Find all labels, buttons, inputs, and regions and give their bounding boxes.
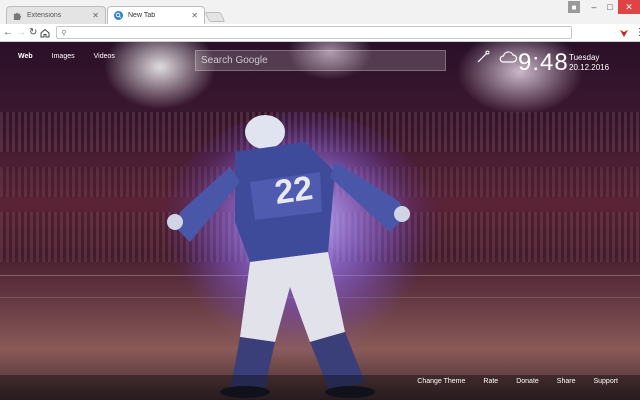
- back-icon[interactable]: ←: [3, 26, 13, 39]
- new-tab-page: 22 Web Images Videos 9:48 Tuesday 20.12.…: [0, 42, 640, 400]
- address-input[interactable]: [70, 29, 571, 36]
- tab-extensions[interactable]: Extensions ✕: [6, 6, 106, 24]
- date-info: Tuesday 20.12.2016: [569, 53, 609, 73]
- cloud-icon[interactable]: [498, 50, 518, 64]
- donate-link[interactable]: Donate: [516, 378, 539, 385]
- weather-widget: [476, 50, 518, 64]
- search-type-tabs: Web Images Videos: [18, 53, 134, 60]
- close-tab-icon[interactable]: ✕: [191, 11, 198, 20]
- football-player-image: 22: [160, 112, 440, 398]
- tab-new-tab[interactable]: New Tab ✕: [107, 6, 205, 24]
- reload-icon[interactable]: ↻: [29, 26, 37, 39]
- search-tab-web[interactable]: Web: [18, 53, 33, 60]
- close-window-icon[interactable]: ✕: [618, 0, 640, 14]
- search-box[interactable]: [195, 50, 446, 71]
- footer-links: Change Theme Rate Donate Share Support: [399, 378, 618, 385]
- menu-icon[interactable]: ⋮: [635, 27, 640, 38]
- search-tab-videos[interactable]: Videos: [94, 53, 115, 60]
- search-tab-images[interactable]: Images: [52, 53, 75, 60]
- close-tab-icon[interactable]: ✕: [92, 11, 99, 20]
- home-icon[interactable]: [40, 26, 50, 39]
- forward-icon[interactable]: →: [16, 26, 26, 39]
- maximize-icon[interactable]: □: [602, 0, 618, 14]
- puzzle-icon: [13, 12, 22, 20]
- rate-link[interactable]: Rate: [483, 378, 498, 385]
- address-bar[interactable]: ⚲: [56, 26, 572, 39]
- tab-title: New Tab: [128, 12, 156, 19]
- change-theme-link[interactable]: Change Theme: [417, 378, 465, 385]
- date-text: 20.12.2016: [569, 63, 610, 72]
- day-of-week: Tuesday: [569, 53, 600, 62]
- share-link[interactable]: Share: [557, 378, 576, 385]
- window-controls: ■ – □ ✕: [568, 0, 640, 14]
- tab-strip: Extensions ✕ New Tab ✕ ■ – □ ✕: [0, 0, 640, 24]
- new-tab-button[interactable]: [204, 12, 226, 22]
- minimize-icon[interactable]: –: [586, 0, 602, 14]
- browser-toolbar: ← → ↻ ⚲ ⋮: [0, 24, 640, 42]
- clock-time: 9:48: [518, 49, 569, 76]
- search-input[interactable]: [201, 55, 441, 66]
- jersey-number: 22: [272, 169, 315, 212]
- support-link[interactable]: Support: [593, 378, 618, 385]
- search-logo-icon: [114, 11, 123, 20]
- search-icon: ⚲: [61, 29, 67, 37]
- extension-icon[interactable]: [619, 27, 629, 39]
- profile-icon[interactable]: ■: [568, 1, 580, 13]
- brush-icon[interactable]: [476, 50, 490, 64]
- tab-title: Extensions: [27, 12, 62, 19]
